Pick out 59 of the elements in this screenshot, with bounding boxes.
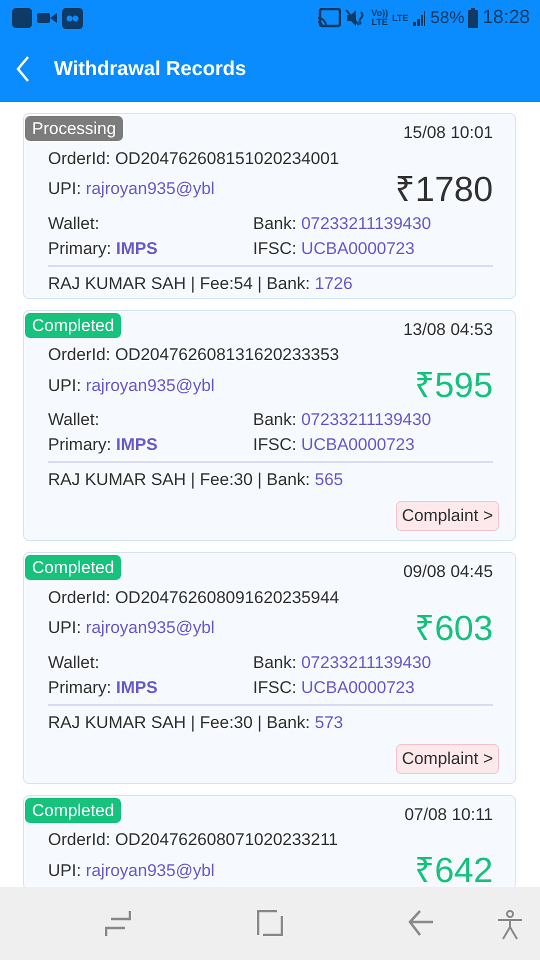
clock-text: 18:28 [482, 6, 530, 30]
date-text: 13/08 04:53 [403, 318, 493, 340]
status-label: Completed [25, 798, 122, 822]
order-id-text: OrderId: OD204762608131620233353 [48, 344, 340, 366]
back-button[interactable] [16, 55, 30, 83]
upi-text: UPI: rajroyan935@ybl [48, 860, 215, 882]
order-id-text: OrderId: OD204762608091620235944 [48, 586, 340, 608]
date-text: 09/08 04:45 [403, 561, 493, 583]
ifsc-text: IFSC: UCBA0000723 [253, 434, 416, 456]
wallet-label: Wallet: [48, 409, 100, 431]
battery-text: 58% [430, 7, 464, 30]
back-icon [16, 55, 30, 83]
bank-text: Bank: 07233211139430 [253, 652, 432, 674]
wallet-label: Wallet: [48, 212, 100, 234]
primary-text: Primary: IMPS [48, 434, 159, 456]
status-text: LTE [371, 18, 388, 27]
notification-icon [12, 8, 32, 28]
accessibility-button[interactable] [497, 910, 523, 940]
back-nav-button[interactable] [408, 910, 434, 936]
recents-icon [105, 910, 131, 936]
upi-text: UPI: rajroyan935@ybl [48, 374, 215, 397]
status-label: Completed [25, 555, 122, 580]
app-icon [62, 8, 83, 28]
bank-text: Bank: 07233211139430 [253, 409, 432, 431]
bank-text: Bank: 07233211139430 [253, 212, 432, 234]
amount-text: ₹603 [414, 610, 493, 646]
status-text: LTE [392, 14, 408, 22]
date-text: 07/08 10:11 [404, 804, 493, 826]
primary-text: Primary: IMPS [48, 238, 159, 260]
complaint-button[interactable]: Complaint > [396, 501, 499, 531]
page-title: Withdrawal Records [54, 57, 246, 82]
video-camera-icon [36, 10, 58, 26]
primary-text: Primary: IMPS [48, 676, 159, 698]
status-label: Completed [25, 312, 122, 338]
date-text: 15/08 10:01 [403, 122, 493, 144]
signal-icon [412, 10, 426, 26]
cast-icon [317, 8, 342, 28]
ifsc-text: IFSC: UCBA0000723 [253, 238, 416, 260]
status-label: Processing [25, 116, 124, 141]
ifsc-text: IFSC: UCBA0000723 [253, 676, 416, 698]
amount-text: ₹1780 [395, 172, 493, 206]
battery-icon [468, 8, 478, 28]
order-id-text: OrderId: OD204762608151020234001 [48, 148, 340, 170]
status-text: Vo)) [371, 9, 388, 18]
recents-button[interactable] [105, 910, 131, 936]
back-arrow-icon [408, 910, 434, 936]
wallet-label: Wallet: [48, 652, 100, 674]
accessibility-icon [497, 910, 523, 940]
order-id-text: OrderId: OD204762608071020233211 [48, 829, 339, 851]
home-icon [257, 910, 283, 936]
amount-text: ₹595 [414, 368, 493, 403]
upi-text: UPI: rajroyan935@ybl [48, 617, 215, 640]
amount-text: ₹642 [414, 853, 493, 888]
upi-text: UPI: rajroyan935@ybl [48, 178, 215, 200]
fee-summary-text: RAJ KUMAR SAH | Fee:30 | Bank: 565 [48, 469, 344, 491]
complaint-button[interactable]: Complaint > [396, 744, 499, 774]
fee-summary-text: RAJ KUMAR SAH | Fee:30 | Bank: 573 [48, 712, 344, 734]
fee-summary-text: RAJ KUMAR SAH | Fee:54 | Bank: 1726 [48, 272, 354, 295]
home-button[interactable] [257, 910, 283, 936]
